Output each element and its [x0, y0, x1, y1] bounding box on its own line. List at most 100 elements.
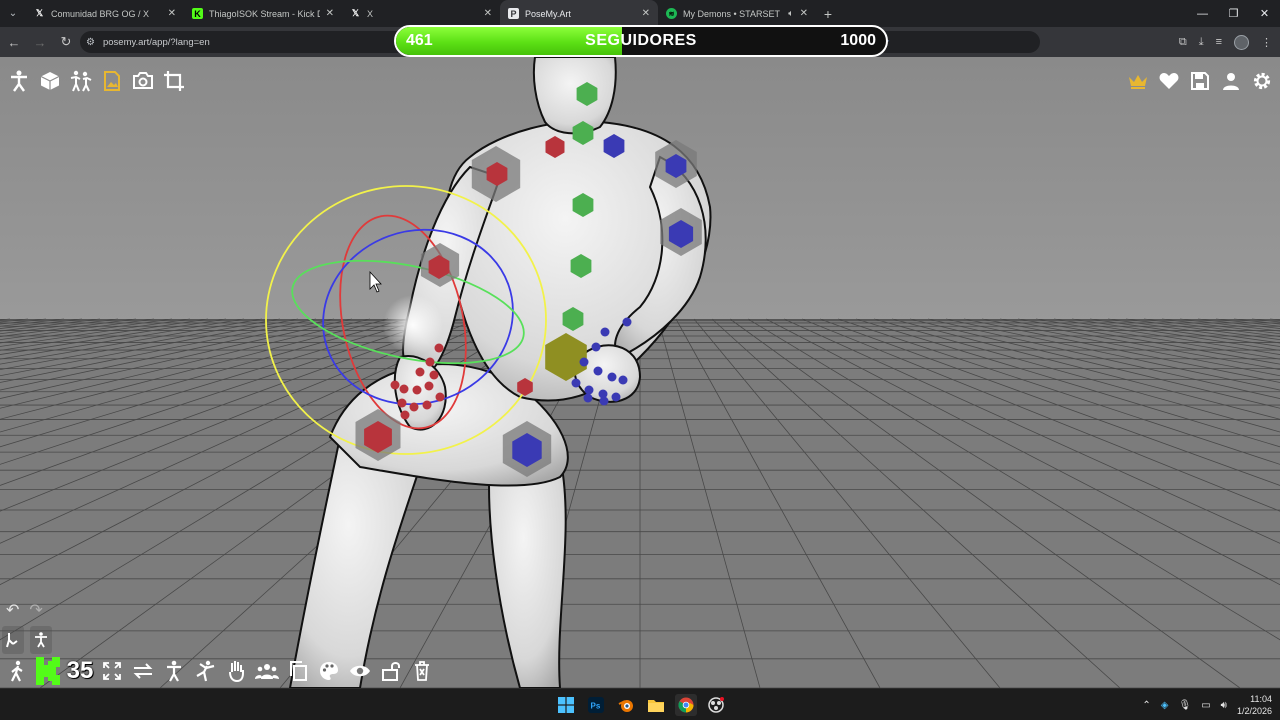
chrome-icon[interactable] — [675, 694, 697, 716]
finger-joint-marker[interactable] — [618, 375, 628, 385]
download-icon[interactable]: ⤓ — [1199, 36, 1204, 49]
chevron-up-icon[interactable]: ⌃ — [1142, 700, 1150, 711]
finger-joint-marker[interactable] — [424, 381, 434, 391]
finger-joint-marker[interactable] — [390, 380, 400, 390]
finger-joint-marker[interactable] — [400, 410, 410, 420]
palette-icon[interactable] — [314, 656, 343, 686]
finger-joint-marker[interactable] — [415, 367, 425, 377]
finger-joint-marker[interactable] — [599, 396, 609, 406]
reading-list-icon[interactable]: ≡ — [1216, 36, 1222, 48]
finger-joint-marker[interactable] — [429, 370, 439, 380]
cube-icon[interactable] — [35, 66, 64, 95]
close-tab-icon[interactable]: ✕ — [642, 8, 650, 19]
kick-pose-icon[interactable] — [190, 656, 219, 686]
site-info-icon[interactable]: ⚙ — [86, 37, 95, 48]
windows-taskbar: Ps ⌃ ◈ 🎙︎ ▭ 🔊︎ 11:04 1/2/2026 — [0, 688, 1280, 720]
browser-tab[interactable]: ≋ My Demons • STARSET 🔈︎ ✕ — [658, 0, 816, 27]
file-explorer-icon[interactable] — [645, 694, 667, 716]
posemy-art-icon: P — [508, 8, 519, 19]
finger-joint-marker[interactable] — [425, 357, 435, 367]
unlock-icon[interactable] — [376, 656, 405, 686]
finger-joint-marker[interactable] — [434, 343, 444, 353]
crown-icon[interactable] — [1123, 66, 1152, 95]
profile-avatar[interactable] — [1234, 34, 1249, 50]
browser-tab-active[interactable]: P PoseMy.Art ✕ — [500, 0, 658, 27]
blender-icon[interactable] — [615, 694, 637, 716]
finger-joint-marker[interactable] — [435, 392, 445, 402]
network-icon[interactable]: ▭ — [1201, 700, 1210, 711]
finger-joint-marker[interactable] — [399, 384, 409, 394]
fullscreen-icon[interactable] — [97, 656, 126, 686]
browser-tab[interactable]: 𝕏 Comunidad BRG OG / X ✕ — [26, 0, 184, 27]
browser-tab[interactable]: K ThiagoISOK Stream - Kick Dashb ✕ — [184, 0, 342, 27]
close-tab-icon[interactable]: ✕ — [484, 8, 492, 19]
forward-icon[interactable]: → — [28, 30, 52, 54]
security-icon[interactable]: ◈ — [1161, 700, 1169, 711]
crop-icon[interactable] — [159, 66, 188, 95]
multi-figure-icon[interactable] — [66, 66, 95, 95]
close-tab-icon[interactable]: ✕ — [326, 8, 334, 19]
x-logo-icon: 𝕏 — [35, 8, 44, 18]
finger-joint-marker[interactable] — [593, 366, 603, 376]
speaker-icon[interactable]: 🔈︎ — [788, 8, 793, 19]
gizmo-center-handle[interactable] — [383, 295, 443, 355]
menu-icon[interactable]: ⋮ — [1261, 36, 1272, 49]
finger-joint-marker[interactable] — [591, 342, 601, 352]
new-tab-button[interactable]: + — [816, 6, 840, 22]
swap-icon[interactable] — [128, 656, 157, 686]
finger-joint-marker[interactable] — [584, 385, 594, 395]
fk-mode-icon[interactable] — [30, 626, 52, 654]
url-text[interactable]: posemy.art/app/?lang=en — [103, 37, 210, 48]
kick-logo-icon — [33, 655, 63, 687]
finger-joint-marker[interactable] — [622, 317, 632, 327]
pose-figure-icon[interactable] — [4, 66, 33, 95]
windows-start-icon[interactable] — [555, 694, 577, 716]
user-icon[interactable] — [1216, 66, 1245, 95]
clock[interactable]: 11:04 1/2/2026 — [1237, 693, 1272, 717]
ik-mode-icon[interactable] — [2, 626, 24, 654]
finger-joint-marker[interactable] — [600, 327, 610, 337]
finger-joint-marker[interactable] — [579, 357, 589, 367]
trash-icon[interactable] — [407, 656, 436, 686]
figure-icon[interactable] — [159, 656, 188, 686]
save-icon[interactable] — [1185, 66, 1214, 95]
finger-joint-marker[interactable] — [409, 402, 419, 412]
image-icon[interactable] — [97, 66, 126, 95]
screen: ⌄ 𝕏 Comunidad BRG OG / X ✕ K ThiagoISOK … — [0, 0, 1280, 720]
back-icon[interactable]: ← — [2, 30, 26, 54]
finger-joint-marker[interactable] — [611, 392, 621, 402]
clock-time: 11:04 — [1250, 694, 1272, 704]
3d-scene-canvas[interactable] — [0, 57, 1280, 688]
photoshop-icon[interactable]: Ps — [585, 694, 607, 716]
redo-icon[interactable]: ↷ — [29, 600, 42, 620]
gear-icon[interactable] — [1247, 66, 1276, 95]
camera-icon[interactable] — [128, 66, 157, 95]
finger-joint-marker[interactable] — [422, 400, 432, 410]
walking-figure-icon[interactable] — [2, 656, 31, 686]
eye-icon[interactable] — [345, 656, 374, 686]
close-tab-icon[interactable]: ✕ — [800, 8, 808, 19]
extensions-icon[interactable]: ⧉ — [1179, 36, 1187, 49]
restore-icon[interactable]: ❐ — [1218, 0, 1249, 27]
close-window-icon[interactable]: ✕ — [1249, 0, 1280, 27]
undo-icon[interactable]: ↶ — [6, 600, 19, 620]
finger-joint-marker[interactable] — [583, 393, 593, 403]
finger-joint-marker[interactable] — [607, 372, 617, 382]
browser-tab[interactable]: 𝕏 X ✕ — [342, 0, 500, 27]
3d-viewport[interactable] — [0, 57, 1280, 688]
finger-joint-marker[interactable] — [397, 398, 407, 408]
close-tab-icon[interactable]: ✕ — [168, 8, 176, 19]
heart-icon[interactable] — [1154, 66, 1183, 95]
finger-joint-marker[interactable] — [412, 385, 422, 395]
finger-joint-marker[interactable] — [571, 378, 581, 388]
minimize-icon[interactable]: — — [1187, 0, 1218, 27]
volume-icon[interactable]: 🔊︎ — [1221, 700, 1227, 711]
copy-icon[interactable] — [283, 656, 312, 686]
hand-icon[interactable] — [221, 656, 250, 686]
obs-icon[interactable] — [705, 694, 727, 716]
microphone-icon[interactable]: 🎙︎ — [1178, 700, 1191, 711]
tab-search-button[interactable]: ⌄ — [0, 0, 26, 27]
mannequin-neck[interactable] — [532, 57, 617, 135]
group-icon[interactable] — [252, 656, 281, 686]
reload-icon[interactable]: ↻ — [54, 30, 78, 54]
